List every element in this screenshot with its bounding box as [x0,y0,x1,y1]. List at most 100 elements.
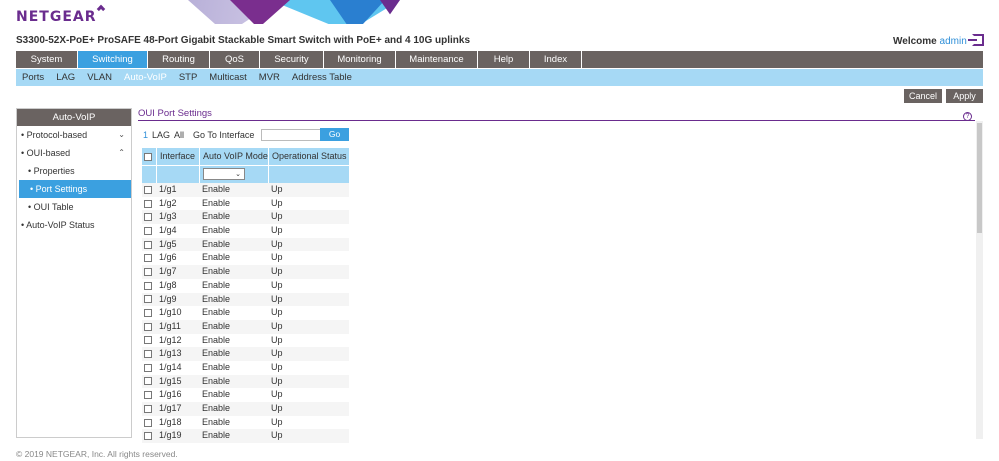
sidebar-item[interactable]: • Port Settings [19,180,131,198]
row-checkbox[interactable] [144,377,152,386]
row-checkbox[interactable] [144,309,152,318]
row-checkbox[interactable] [144,404,152,413]
cell-interface: 1/g4 [159,225,177,236]
table-row[interactable]: 1/g15 Enable Up [142,374,349,389]
row-checkbox[interactable] [144,199,152,208]
row-checkbox[interactable] [144,391,152,400]
subnav-auto-voip[interactable]: Auto-VoIP [124,69,167,86]
nav-switching[interactable]: Switching [78,51,148,68]
table-row[interactable]: 1/g18 Enable Up [142,416,349,430]
welcome-text: Welcome admin [893,36,967,47]
subnav-lag[interactable]: LAG [56,69,75,86]
nav-maintenance[interactable]: Maintenance [396,51,478,68]
row-checkbox[interactable] [144,213,152,222]
go-button[interactable]: Go [320,128,349,141]
table-row[interactable]: 1/g9 Enable Up [142,292,349,307]
chevron-icon[interactable]: ⌄ [118,126,125,144]
table-row[interactable]: 1/g4 Enable Up [142,224,349,238]
cancel-button[interactable]: Cancel [904,89,942,103]
table-row[interactable]: 1/g1 Enable Up [142,183,349,197]
table-row[interactable]: 1/g19 Enable Up [142,429,349,444]
cell-interface: 1/g6 [159,252,177,263]
table-row[interactable]: 1/g8 Enable Up [142,279,349,293]
sidebar-item[interactable]: • Properties [17,162,131,180]
cell-interface: 1/g13 [159,348,182,359]
goto-interface-input[interactable] [261,129,324,141]
subnav-mvr[interactable]: MVR [259,69,280,86]
nav-help[interactable]: Help [478,51,530,68]
logout-arrow-icon[interactable] [968,39,977,41]
row-checkbox[interactable] [144,363,152,372]
cell-mode: Enable [202,266,231,277]
sidebar-item[interactable]: • OUI-based ⌃ [17,144,131,162]
table-row[interactable]: 1/g14 Enable Up [142,361,349,375]
subnav-ports[interactable]: Ports [22,69,44,86]
table-row[interactable]: 1/g13 Enable Up [142,347,349,361]
cell-interface: 1/g9 [159,293,177,304]
subnav-multicast[interactable]: Multicast [209,69,246,86]
unit-link[interactable]: 1 [143,130,148,140]
help-icon[interactable]: ? [963,112,972,121]
sidebar-item-label: • OUI-based [21,148,71,158]
sidebar-item-label: • OUI Table [28,202,74,212]
table-row[interactable]: 1/g16 Enable Up [142,388,349,402]
nav-index[interactable]: Index [530,51,582,68]
sidebar-item-label: • Protocol-based [21,130,88,140]
table-row[interactable]: 1/g2 Enable Up [142,197,349,211]
cell-status: Up [271,375,283,386]
subnav-vlan[interactable]: VLAN [87,69,112,86]
row-checkbox[interactable] [144,295,152,304]
scrollbar-thumb[interactable] [977,123,982,233]
nav-routing[interactable]: Routing [148,51,210,68]
row-checkbox[interactable] [144,185,152,194]
sidebar-item[interactable]: • OUI Table [17,198,131,216]
table-row[interactable]: 1/g10 Enable Up [142,306,349,320]
row-checkbox[interactable] [144,336,152,345]
cell-mode: Enable [202,320,231,331]
chevron-icon[interactable]: ⌃ [118,144,125,162]
mode-filter-select[interactable]: ⌄ [203,168,245,180]
table-row[interactable]: 1/g7 Enable Up [142,265,349,279]
banner-decoration [380,0,400,15]
lag-link[interactable]: LAG [152,130,170,140]
row-checkbox[interactable] [144,267,152,276]
row-checkbox[interactable] [144,281,152,290]
subnav-address-table[interactable]: Address Table [292,69,352,86]
cell-mode: Enable [202,375,231,386]
cell-interface: 1/g10 [159,307,182,318]
table-row[interactable]: 1/g12 Enable Up [142,334,349,348]
row-checkbox[interactable] [144,350,152,359]
row-checkbox[interactable] [144,418,152,427]
table-row[interactable]: 1/g5 Enable Up [142,237,349,252]
all-link[interactable]: All [174,130,184,140]
cell-interface: 1/g17 [159,403,182,413]
select-all-checkbox[interactable] [144,152,152,161]
column-header-mode[interactable]: Auto VoIP Mode [199,148,268,165]
table-row[interactable]: 1/g11 Enable Up [142,319,349,334]
sidebar-item-label: • Properties [28,166,75,176]
cell-status: Up [271,348,283,359]
table-row[interactable]: 1/g6 Enable Up [142,251,349,265]
top-banner: NETGEAR [0,0,999,30]
column-header-status[interactable]: Operational Status [268,148,349,165]
select-all-cell [142,148,156,165]
sidebar-title: Auto-VoIP [17,109,131,126]
username-link[interactable]: admin [940,36,967,47]
apply-button[interactable]: Apply [946,89,983,103]
table-row[interactable]: 1/g3 Enable Up [142,210,349,225]
row-checkbox[interactable] [144,322,152,331]
table-row[interactable]: 1/g17 Enable Up [142,402,349,416]
cell-interface: 1/g1 [159,184,177,194]
nav-security[interactable]: Security [260,51,324,68]
row-checkbox[interactable] [144,240,152,249]
column-header-interface[interactable]: Interface [156,148,199,165]
sidebar-item[interactable]: • Auto-VoIP Status [17,216,131,234]
nav-qos[interactable]: QoS [210,51,260,68]
row-checkbox[interactable] [144,226,152,235]
row-checkbox[interactable] [144,254,152,263]
nav-monitoring[interactable]: Monitoring [324,51,396,68]
nav-system[interactable]: System [16,51,78,68]
sidebar-item[interactable]: • Protocol-based ⌄ [17,126,131,144]
row-checkbox[interactable] [144,432,152,441]
subnav-stp[interactable]: STP [179,69,197,86]
